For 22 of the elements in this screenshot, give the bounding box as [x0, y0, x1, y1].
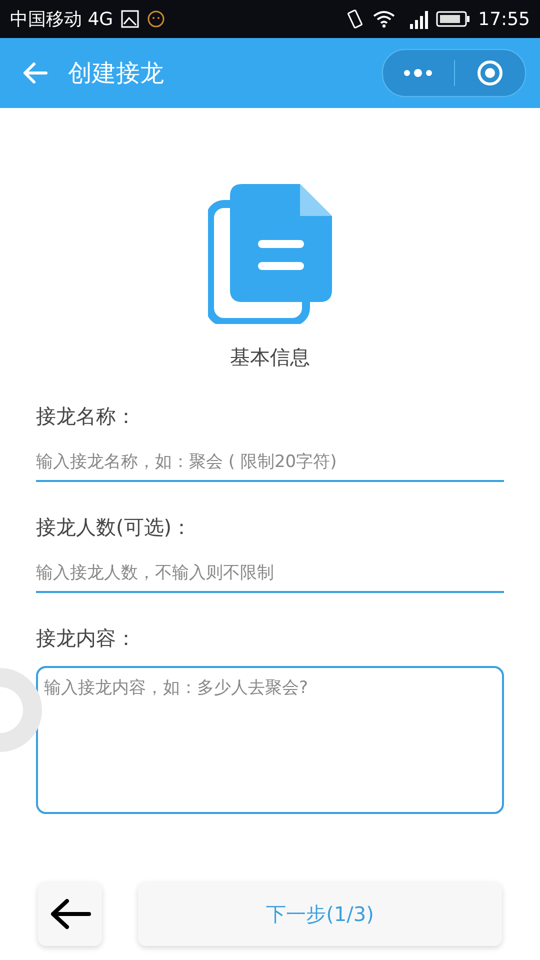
text-input-field[interactable]: 输入接龙人数，不输入则不限制	[36, 555, 504, 593]
back-arrow-icon[interactable]	[22, 61, 48, 85]
document-icon	[208, 182, 332, 324]
field-label: 接龙内容：	[36, 625, 136, 652]
text-input-field[interactable]: 输入接龙名称，如：聚会 ( 限制20字符)	[36, 444, 504, 482]
battery-icon	[436, 10, 470, 28]
smiley-icon	[147, 10, 166, 28]
section-title: 基本信息	[230, 344, 310, 371]
field-label: 接龙人数(可选)：	[36, 514, 192, 541]
carrier-text: 中国移动 4G	[10, 8, 114, 31]
wifi-icon	[372, 10, 396, 28]
page-title: 创建接龙	[68, 58, 165, 89]
text-area-field[interactable]: 输入接龙内容，如：多少人去聚会?	[36, 666, 504, 814]
vibrate-icon	[346, 9, 364, 29]
previous-button[interactable]	[38, 882, 102, 946]
field-label: 接龙名称：	[36, 403, 136, 430]
next-step-button[interactable]: 下一步(1/3)	[138, 882, 502, 946]
target-icon	[476, 59, 504, 87]
more-icon	[403, 68, 434, 78]
image-icon	[121, 10, 140, 28]
back-arrow-icon	[49, 898, 91, 930]
clock-text: 17:55	[478, 8, 530, 30]
